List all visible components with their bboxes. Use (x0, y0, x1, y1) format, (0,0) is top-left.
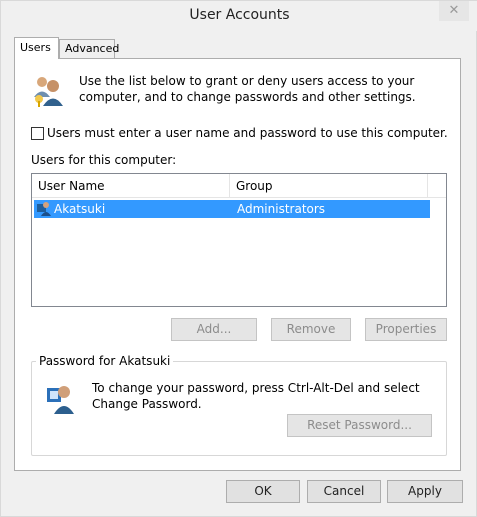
users-listview[interactable]: User Name Group Akatsuki Administrators (31, 173, 447, 307)
tab-users[interactable]: Users (14, 37, 59, 59)
require-login-label: Users must enter a user name and passwor… (47, 126, 448, 140)
close-icon: ✕ (448, 3, 460, 18)
close-button[interactable]: ✕ (439, 1, 469, 21)
require-login-checkbox[interactable] (31, 126, 44, 140)
remove-user-button[interactable]: Remove (271, 318, 351, 341)
user-name-cell: Akatsuki (54, 202, 106, 216)
user-group-cell: Administrators (237, 202, 326, 216)
reset-password-button[interactable]: Reset Password... (287, 414, 432, 437)
users-list-row[interactable]: Akatsuki Administrators (34, 200, 430, 218)
column-header-user-name[interactable]: User Name (32, 174, 230, 198)
require-login-checkbox-row[interactable]: Users must enter a user name and passwor… (31, 125, 448, 141)
password-group-legend: Password for Akatsuki (36, 354, 174, 368)
users-list-label: Users for this computer: (31, 153, 177, 167)
tab-advanced-label: Advanced (65, 42, 120, 55)
users-tab-panel: Use the list below to grant or deny user… (14, 58, 461, 471)
add-user-button[interactable]: Add... (171, 318, 257, 341)
title-bar[interactable]: User Accounts ✕ (1, 1, 477, 31)
user-password-icon (47, 386, 74, 414)
users-intro-text: Use the list below to grant or deny user… (79, 74, 416, 104)
ok-button[interactable]: OK (226, 480, 300, 503)
tab-advanced[interactable]: Advanced (59, 39, 119, 58)
properties-button[interactable]: Properties (365, 318, 447, 341)
tab-users-label: Users (20, 41, 51, 54)
users-list-header: User Name Group (32, 174, 446, 198)
user-accounts-window: User Accounts ✕ Users Advanced Use the l… (0, 0, 477, 517)
password-instructions: To change your password, press Ctrl-Alt-… (92, 381, 420, 411)
users-icon (34, 77, 63, 107)
apply-button[interactable]: Apply (387, 480, 463, 503)
password-groupbox: Password for Akatsuki To change your pas… (31, 354, 447, 456)
window-title: User Accounts (189, 7, 290, 23)
column-header-group[interactable]: Group (230, 174, 428, 198)
user-icon (37, 202, 51, 216)
cancel-button[interactable]: Cancel (307, 480, 381, 503)
